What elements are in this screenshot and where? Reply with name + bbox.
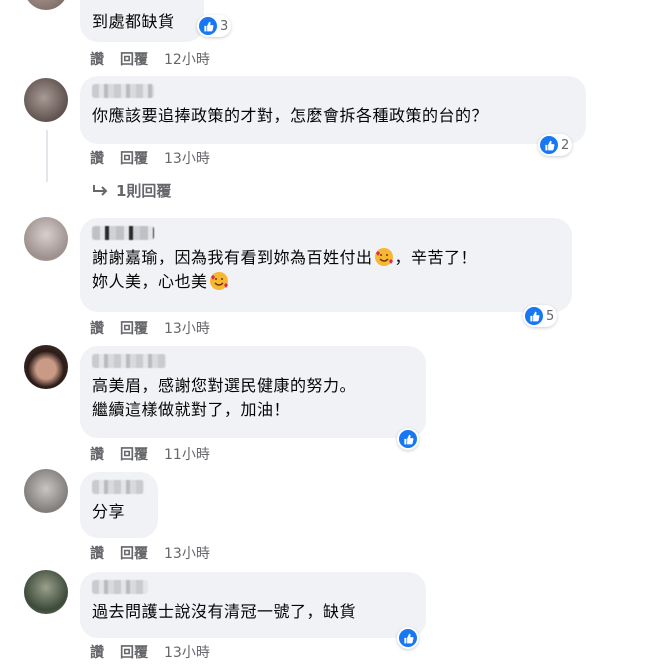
reply-button[interactable]: 回覆	[120, 444, 148, 464]
like-icon	[399, 629, 417, 647]
comment-text: 分享	[92, 502, 126, 521]
like-button[interactable]: 讚	[90, 148, 104, 168]
like-icon	[399, 430, 417, 448]
reply-button[interactable]: 回覆	[120, 318, 148, 338]
thread-line	[46, 130, 48, 182]
reaction-count: 5	[546, 308, 555, 324]
like-button[interactable]: 讚	[90, 543, 104, 563]
view-replies-link[interactable]: 1則回覆	[92, 180, 171, 201]
comment-bubble: 高美眉，感謝您對選民健康的努力。 繼續這樣做就對了，加油！	[80, 346, 426, 438]
timestamp[interactable]: 13小時	[164, 148, 210, 168]
like-icon	[540, 136, 558, 154]
author-name[interactable]	[92, 580, 148, 594]
reaction-summary[interactable]: 2	[538, 134, 573, 156]
comment-text: 高美眉，感謝您對選民健康的努力。	[92, 376, 357, 395]
comment-actions: 讚 回覆 11小時	[90, 444, 210, 464]
comment-actions: 讚 回覆 13小時	[90, 543, 210, 563]
avatar[interactable]	[24, 0, 68, 10]
avatar[interactable]	[24, 345, 68, 389]
comment-text: 繼續這樣做就對了，加油！	[92, 400, 291, 419]
smiling-face-with-hearts-icon	[374, 248, 393, 266]
reaction-count: 3	[220, 18, 229, 34]
comment-bubble: 你應該要追捧政策的才對，怎麼會拆各種政策的台的？	[80, 76, 586, 144]
reply-button[interactable]: 回覆	[120, 49, 148, 69]
reply-button[interactable]: 回覆	[120, 148, 148, 168]
comment-actions: 讚 回覆 13小時	[90, 318, 210, 338]
reaction-summary[interactable]: 5	[523, 305, 558, 327]
comment-text: 你應該要追捧政策的才對，怎麼會拆各種政策的台的？	[92, 106, 489, 125]
comment-actions: 讚 回覆 13小時	[90, 148, 210, 168]
comment-actions: 讚 回覆 13小時	[90, 642, 210, 662]
smiling-face-with-hearts-icon	[209, 272, 228, 290]
reply-button[interactable]: 回覆	[120, 543, 148, 563]
comment-text: 過去問護士說沒有清冠一號了，缺貨	[92, 602, 357, 621]
like-icon	[525, 307, 543, 325]
comment-actions: 讚 回覆 12小時	[90, 49, 210, 69]
comment-bubble: 過去問護士說沒有清冠一號了，缺貨	[80, 572, 426, 638]
author-name[interactable]	[92, 84, 154, 98]
comment-text-line: 謝謝嘉瑜，因為我有看到妳為百姓付出 ，辛苦了！	[92, 248, 478, 267]
timestamp[interactable]: 12小時	[164, 49, 210, 69]
comment-bubble: 到處都缺貨	[80, 0, 204, 42]
reaction-count: 2	[561, 137, 570, 153]
reply-button[interactable]: 回覆	[120, 642, 148, 662]
reply-arrow-icon	[93, 184, 108, 196]
view-replies-label: 1則回覆	[116, 182, 172, 200]
timestamp[interactable]: 13小時	[164, 318, 210, 338]
author-name[interactable]	[92, 480, 144, 494]
comment-bubble: 謝謝嘉瑜，因為我有看到妳為百姓付出 ，辛苦了！ 妳人美，心也美	[80, 218, 572, 312]
comment-text-line: 妳人美，心也美	[92, 270, 560, 294]
comment-bubble: 分享	[80, 472, 158, 538]
reaction-summary[interactable]	[397, 428, 419, 450]
author-name[interactable]	[92, 226, 154, 240]
avatar[interactable]	[24, 217, 68, 261]
timestamp[interactable]: 11小時	[164, 444, 210, 464]
reaction-summary[interactable]	[397, 627, 419, 649]
timestamp[interactable]: 13小時	[164, 642, 210, 662]
avatar[interactable]	[24, 570, 68, 614]
like-button[interactable]: 讚	[90, 444, 104, 464]
reaction-summary[interactable]: 3	[197, 15, 232, 37]
like-icon	[199, 17, 217, 35]
avatar[interactable]	[24, 78, 68, 122]
like-button[interactable]: 讚	[90, 49, 104, 69]
like-button[interactable]: 讚	[90, 642, 104, 662]
comment-text: 到處都缺貨	[92, 12, 175, 31]
author-name[interactable]	[92, 354, 166, 368]
avatar[interactable]	[24, 469, 68, 513]
like-button[interactable]: 讚	[90, 318, 104, 338]
timestamp[interactable]: 13小時	[164, 543, 210, 563]
